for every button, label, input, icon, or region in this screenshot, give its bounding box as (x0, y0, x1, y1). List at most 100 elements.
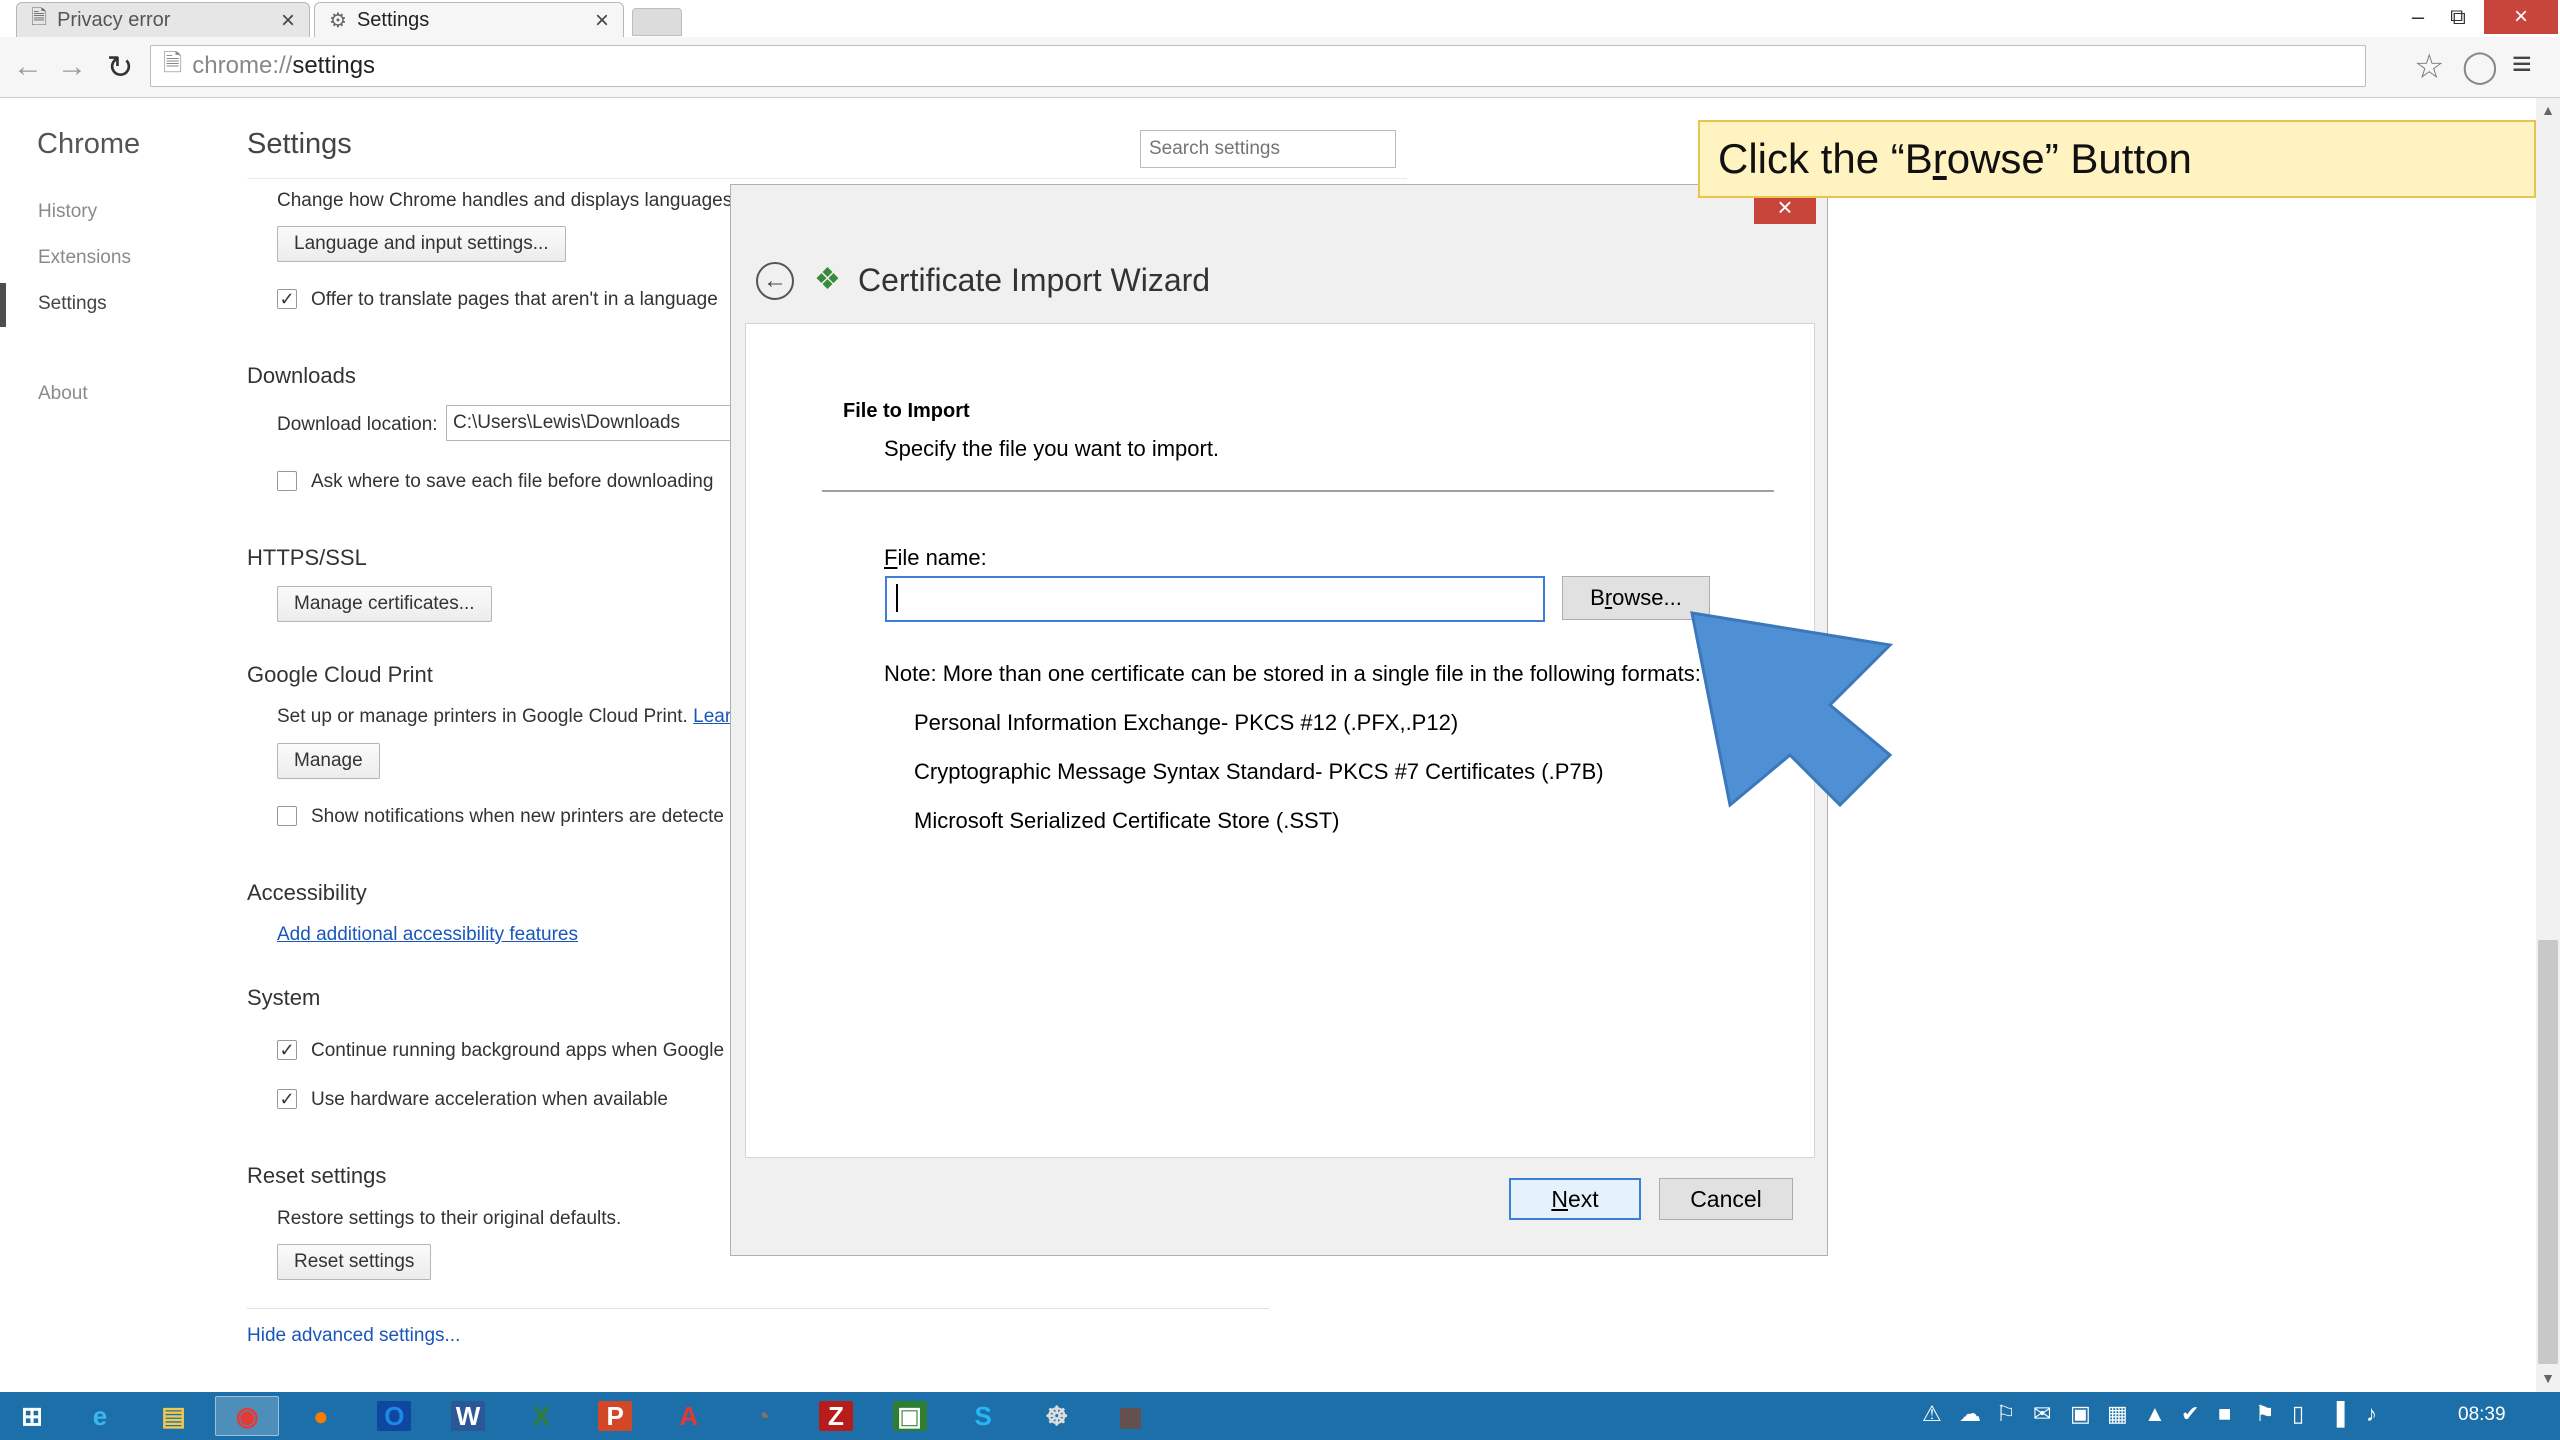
check-tray-icon[interactable]: ✔ (2181, 1401, 2199, 1427)
manage-printers-button[interactable]: Manage (277, 743, 380, 779)
window-close-icon[interactable]: × (2484, 0, 2558, 34)
download-location-field[interactable]: C:\Users\Lewis\Downloads (446, 405, 736, 441)
forward-arrow-icon[interactable]: → (52, 47, 92, 87)
next-button[interactable]: Next (1509, 1178, 1641, 1220)
next-label: ext (1567, 1185, 1599, 1212)
windows-start-icon[interactable]: ⊞ (0, 1396, 64, 1436)
page-title: Settings (247, 128, 352, 160)
divider (247, 178, 1407, 179)
taskbar-clock: 08:39 (2458, 1404, 2506, 1425)
nav-item-settings[interactable]: Settings (38, 293, 107, 315)
app-tray-icon[interactable]: ▦ (2107, 1401, 2128, 1427)
translate-checkbox-label: Offer to translate pages that aren't in … (311, 289, 718, 310)
file-name-mnemonic: F (884, 545, 898, 570)
scrollbar-thumb[interactable] (2538, 940, 2558, 1364)
scroll-down-icon[interactable]: ▼ (2536, 1366, 2560, 1390)
accessibility-features-link[interactable]: Add additional accessibility features (277, 924, 578, 946)
nav-item-history[interactable]: History (38, 201, 97, 223)
scroll-up-icon[interactable]: ▲ (2536, 98, 2560, 122)
url-host: settings (292, 52, 376, 79)
formats-note: Note: More than one certificate can be s… (884, 661, 1701, 686)
project-icon[interactable]: ▣ (892, 1401, 927, 1431)
cloud-print-description: Set up or manage printers in Google Clou… (277, 706, 731, 728)
extension-icon[interactable]: ◯ (2462, 47, 2498, 85)
hide-advanced-settings-link[interactable]: Hide advanced settings... (247, 1325, 460, 1347)
bookmark-star-icon[interactable]: ☆ (2414, 47, 2444, 87)
signal-icon[interactable]: ▐ (2329, 1401, 2345, 1427)
media-icon[interactable]: ▦ (1098, 1396, 1162, 1436)
translate-checkbox[interactable]: ✓ (277, 289, 297, 309)
ask-save-checkbox[interactable] (277, 471, 297, 491)
cloud-print-heading: Google Cloud Print (247, 662, 433, 687)
gimp-icon[interactable]: ◔ (730, 1396, 794, 1436)
cloud-print-desc-text: Set up or manage printers in Google Clou… (277, 706, 688, 727)
format-item: Microsoft Serialized Certificate Store (… (914, 808, 1340, 833)
search-settings-input[interactable] (1140, 130, 1396, 168)
learn-more-link[interactable]: Lear (693, 706, 731, 727)
nvidia-tray-icon[interactable]: ■ (2218, 1401, 2231, 1427)
background-apps-label: Continue running background apps when Go… (311, 1040, 725, 1061)
warning-tray-icon[interactable]: ⚠ (1922, 1401, 1942, 1427)
cloud-tray-icon[interactable]: ☁ (1959, 1401, 1981, 1427)
cancel-button[interactable]: Cancel (1659, 1178, 1793, 1220)
browse-label-pre: B (1590, 585, 1605, 610)
file-name-input[interactable] (885, 576, 1545, 622)
device-tray-icon[interactable]: ▯ (2292, 1401, 2304, 1427)
system-heading: System (247, 985, 321, 1010)
ask-save-checkbox-label: Ask where to save each file before downl… (311, 471, 714, 492)
outlook-tray-icon[interactable]: ▣ (2070, 1401, 2091, 1427)
callout-post: owse” Button (1946, 135, 2192, 182)
word-icon[interactable]: W (451, 1401, 485, 1431)
acrobat-icon[interactable]: A (657, 1396, 721, 1436)
next-mnemonic: N (1551, 1185, 1568, 1212)
nav-title: Chrome (37, 128, 141, 160)
callout-mnemonic: r (1932, 135, 1947, 182)
mail-tray-icon[interactable]: ✉ (2033, 1401, 2051, 1427)
tab-settings[interactable]: ⚙ Settings × (314, 2, 624, 37)
manage-certificates-button[interactable]: Manage certificates... (277, 586, 492, 622)
network-icon[interactable]: ☸ (1025, 1396, 1089, 1436)
flag-tray-icon[interactable]: ⚐ (1996, 1401, 2016, 1427)
certificate-wizard-icon: ❖ (814, 263, 841, 296)
printer-notifications-checkbox[interactable] (277, 806, 297, 826)
accessibility-heading: Accessibility (247, 880, 367, 905)
hardware-acceleration-checkbox[interactable]: ✓ (277, 1089, 297, 1109)
menu-icon[interactable]: ≡ (2512, 45, 2532, 84)
close-tab-icon[interactable]: × (595, 7, 609, 35)
skype-icon[interactable]: S (951, 1396, 1015, 1436)
dialog-title: Certificate Import Wizard (858, 262, 1211, 298)
new-tab-button[interactable] (632, 8, 682, 36)
internet-explorer-icon[interactable]: e (68, 1396, 132, 1436)
file-name-label-text: ile name: (897, 545, 987, 570)
reload-icon[interactable]: ↻ (100, 47, 140, 87)
page-icon: 🗎 (163, 49, 183, 77)
powerpoint-icon[interactable]: P (598, 1401, 633, 1431)
outlook-icon[interactable]: O (377, 1401, 412, 1431)
restore-icon[interactable]: ⧉ (2432, 0, 2484, 34)
back-arrow-icon[interactable]: ← (756, 262, 794, 300)
tab-privacy-error[interactable]: 🗎 Privacy error × (16, 2, 310, 37)
volume-icon[interactable]: ♪ (2366, 1401, 2377, 1427)
nav-item-about[interactable]: About (38, 383, 88, 405)
background-apps-checkbox[interactable]: ✓ (277, 1040, 297, 1060)
language-input-settings-button[interactable]: Language and input settings... (277, 226, 566, 262)
browse-mnemonic: r (1604, 585, 1613, 610)
file-explorer-icon[interactable]: ▤ (142, 1396, 206, 1436)
excel-icon[interactable]: X (510, 1396, 574, 1436)
divider (822, 490, 1774, 492)
reset-heading: Reset settings (247, 1163, 387, 1188)
firefox-icon[interactable]: ● (289, 1396, 353, 1436)
nav-item-extensions[interactable]: Extensions (38, 247, 131, 269)
alert-tray-icon[interactable]: ▲ (2144, 1401, 2166, 1427)
pointer-arrow-icon (1690, 611, 1894, 808)
action-center-icon[interactable]: ⚑ (2255, 1401, 2275, 1427)
section-heading: File to Import (843, 400, 970, 422)
reset-settings-button[interactable]: Reset settings (277, 1244, 432, 1280)
close-tab-icon[interactable]: × (281, 7, 295, 35)
filezilla-icon[interactable]: Z (819, 1401, 853, 1431)
back-arrow-icon[interactable]: ← (8, 47, 48, 87)
format-item: Personal Information Exchange- PKCS #12 … (914, 710, 1459, 735)
chrome-icon[interactable]: ◉ (215, 1396, 280, 1436)
address-bar[interactable]: 🗎 chrome://settings (150, 45, 2366, 87)
reset-description: Restore settings to their original defau… (277, 1208, 622, 1229)
